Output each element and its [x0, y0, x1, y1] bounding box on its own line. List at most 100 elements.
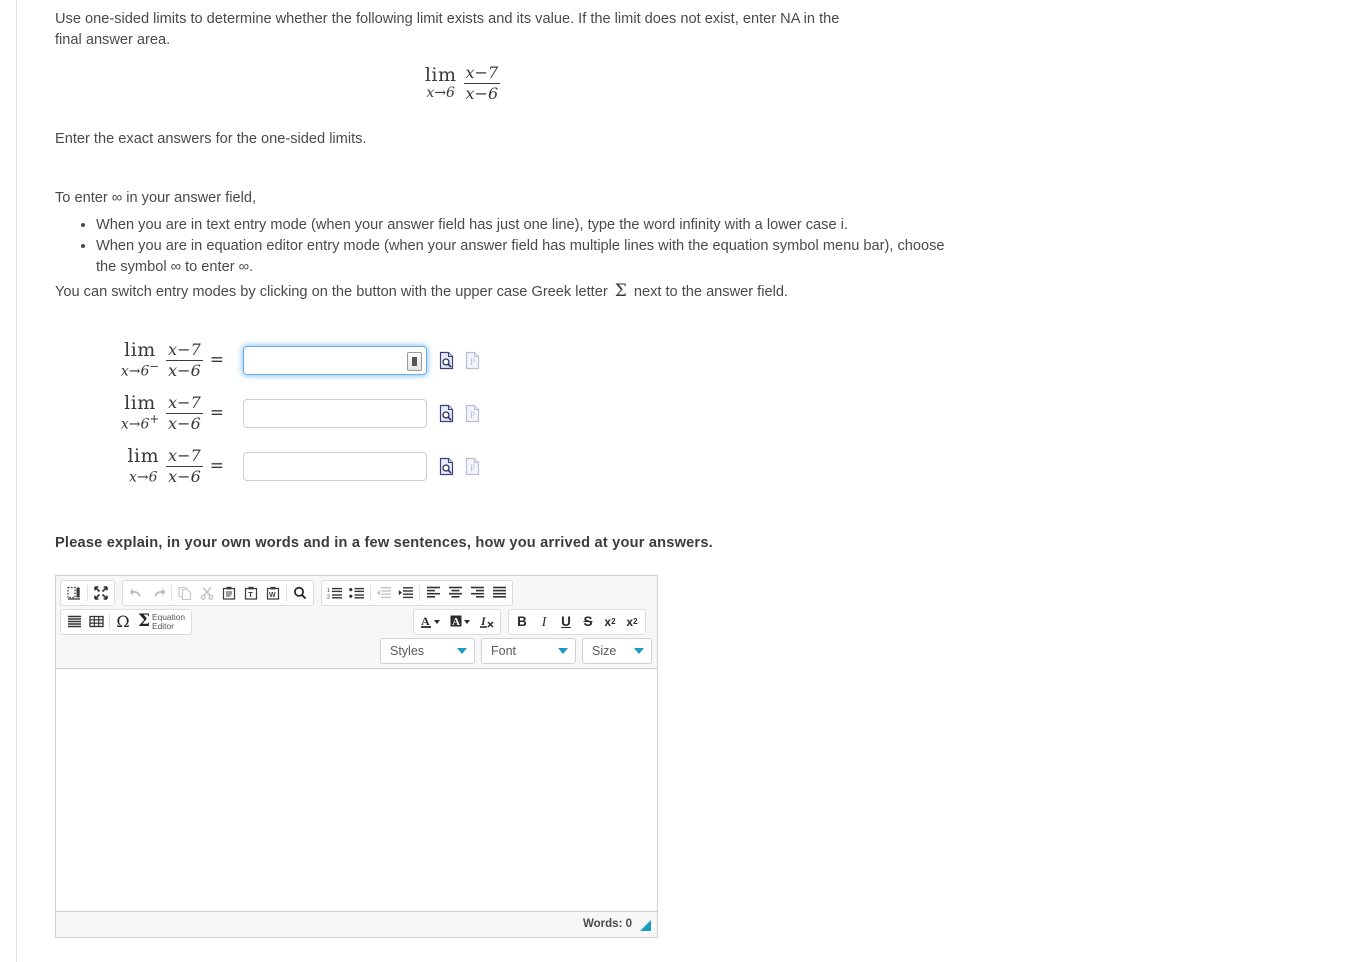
answer-input-two-sided-limit[interactable] — [243, 451, 427, 481]
lim-operator: lim — [124, 339, 156, 362]
bold-icon[interactable]: B — [511, 612, 533, 632]
fraction-denominator: x−6 — [166, 412, 203, 433]
explain-prompt-text: Please explain, in your own words and in… — [55, 534, 713, 551]
toolbar-group-document — [60, 579, 115, 606]
undo-icon[interactable] — [125, 583, 147, 603]
fraction-denominator: x−6 — [463, 82, 501, 103]
answer-input-wrapper — [243, 345, 427, 375]
underline-icon[interactable]: U — [555, 612, 577, 632]
toggle-entry-mode-button[interactable] — [407, 351, 422, 371]
editor-toolbar: T W 1 2 Ω Σ Equation Editor A A I B I U … — [56, 575, 657, 669]
eq-label-line2: Editor — [152, 620, 174, 631]
editor-status-bar: Words: 0 — [56, 910, 657, 937]
paste-icon[interactable] — [218, 583, 240, 603]
right-limit-expression: lim x→6+ x−7 x−6 = — [83, 392, 243, 434]
switch-modes-prefix: You can switch entry modes by clicking o… — [55, 283, 608, 300]
bulleted-list-icon[interactable] — [346, 583, 368, 603]
equation-editor-icon[interactable]: Σ Equation Editor — [134, 612, 189, 632]
answer-rows-container: lim x→6− x−7 x−6 = P lim x→6+ x−7 x−6 = … — [83, 334, 1345, 493]
toggle-mode-glyph — [412, 356, 417, 366]
answer-input-right-limit[interactable] — [243, 398, 427, 428]
editor-selects: Styles Font Size — [380, 637, 653, 664]
toolbar-row-1: T W 1 2 — [60, 579, 653, 606]
preview-answer-icon[interactable] — [439, 351, 455, 370]
svg-text:P: P — [470, 463, 475, 473]
lim-operator: lim — [124, 392, 156, 415]
chevron-down-icon — [634, 647, 644, 654]
answer-row-left-limit: lim x→6− x−7 x−6 = P — [83, 334, 1345, 387]
strikethrough-icon[interactable]: S — [577, 612, 599, 632]
outdent-icon[interactable] — [373, 583, 395, 603]
superscript-icon[interactable]: x2 — [621, 612, 643, 632]
fraction-numerator: x−7 — [168, 339, 201, 359]
styles-select[interactable]: Styles — [380, 637, 475, 664]
lim-operator: lim — [127, 445, 160, 468]
toolbar-group-lists-align: 1 2 — [321, 579, 513, 606]
answer-input-wrapper — [243, 451, 427, 481]
subscript-icon[interactable]: x2 — [599, 612, 621, 632]
fraction-denominator: x−6 — [166, 359, 203, 380]
align-left-icon[interactable] — [422, 583, 444, 603]
resize-handle[interactable] — [640, 919, 651, 931]
justify-icon[interactable] — [488, 583, 510, 603]
font-select-label: Font — [491, 643, 517, 658]
align-right-icon[interactable] — [466, 583, 488, 603]
toolbar-separator — [286, 584, 287, 601]
size-select[interactable]: Size — [582, 637, 652, 664]
toolbar-separator — [109, 613, 110, 630]
italic-icon[interactable]: I — [533, 612, 555, 632]
paste-text-icon[interactable]: T — [240, 583, 262, 603]
find-icon[interactable] — [289, 583, 311, 603]
horizontal-rule-icon[interactable] — [63, 612, 85, 632]
preview-answer-icon[interactable] — [439, 457, 455, 476]
svg-text:A: A — [452, 616, 460, 628]
svg-text:P: P — [470, 410, 475, 420]
svg-text:A: A — [421, 614, 430, 628]
preview-answer-icon[interactable] — [439, 404, 455, 423]
answer-input-wrapper — [243, 398, 427, 428]
paste-word-icon[interactable]: W — [262, 583, 284, 603]
editor-content-area[interactable] — [56, 668, 657, 911]
svg-text:P: P — [470, 357, 475, 367]
text-color-icon[interactable]: A — [416, 612, 446, 632]
font-select[interactable]: Font — [481, 637, 576, 664]
toolbar-separator — [87, 584, 88, 601]
svg-text:I: I — [480, 614, 487, 628]
sigma-glyph: Σ — [138, 611, 151, 632]
source-icon[interactable] — [63, 583, 85, 603]
copy-icon[interactable] — [174, 583, 196, 603]
cut-icon[interactable] — [196, 583, 218, 603]
list-item: When you are in text entry mode (when yo… — [96, 215, 956, 236]
redo-icon[interactable] — [147, 583, 169, 603]
special-char-icon[interactable]: Ω — [112, 612, 134, 632]
table-icon[interactable] — [85, 612, 107, 632]
align-center-icon[interactable] — [444, 583, 466, 603]
svg-text:1: 1 — [327, 588, 330, 594]
numbered-list-icon[interactable]: 1 2 — [324, 583, 346, 603]
background-color-icon[interactable]: A — [446, 612, 476, 632]
toolbar-separator — [370, 584, 371, 601]
answer-input-left-limit[interactable] — [243, 345, 427, 375]
toolbar-group-format: B I U S x2 x2 — [508, 608, 646, 635]
answer-history-icon: P — [465, 351, 481, 370]
remove-format-icon[interactable]: I — [476, 612, 498, 632]
toolbar-row-2: Ω Σ Equation Editor A A I B I U S x 2 x … — [60, 608, 653, 635]
lim-subscript: x→6− — [120, 359, 160, 381]
toolbar-group-color: A A I — [413, 608, 501, 635]
two-sided-limit-expression: lim x→6 x−7 x−6 = — [83, 445, 243, 486]
fraction-numerator: x−7 — [465, 63, 499, 82]
equation-editor-label: Equation Editor — [152, 613, 185, 630]
page-left-rule — [16, 0, 17, 962]
toolbar-group-insert: Ω Σ Equation Editor — [60, 608, 193, 635]
switch-modes-suffix: next to the answer field. — [633, 283, 788, 300]
indent-icon[interactable] — [395, 583, 417, 603]
question-content: Use one-sided limits to determine whethe… — [55, 0, 1345, 938]
lim-subscript: x→6+ — [120, 412, 160, 434]
display-limit-expression: lim x→6 x−7 x−6 — [55, 64, 870, 103]
word-count-label: Words: 0 — [583, 918, 632, 931]
svg-text:W: W — [269, 592, 276, 599]
toolbar-separator — [171, 584, 172, 601]
fraction-denominator: x−6 — [166, 465, 203, 486]
chevron-down-icon — [457, 647, 467, 654]
maximize-icon[interactable] — [90, 583, 112, 603]
